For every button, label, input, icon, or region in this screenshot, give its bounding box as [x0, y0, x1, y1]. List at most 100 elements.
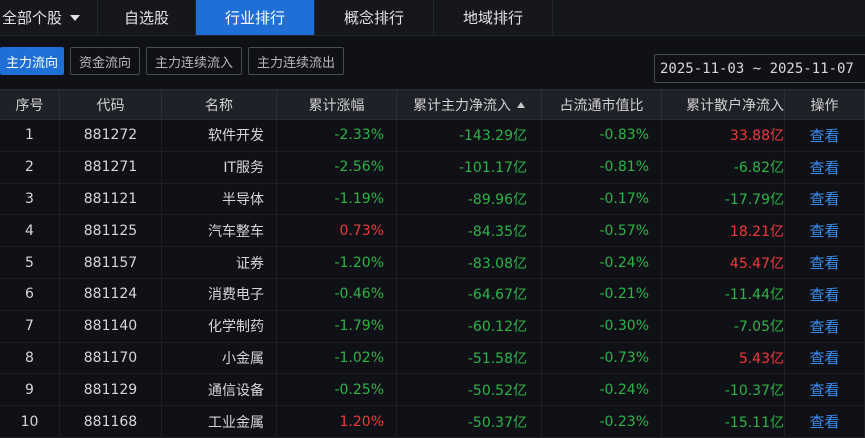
row-name: 汽车整车	[162, 215, 277, 247]
header-name[interactable]: 名称	[162, 90, 277, 119]
row-name: 化学制药	[162, 310, 277, 342]
row-float-ratio: -0.30%	[542, 310, 662, 342]
row-change: -1.19%	[277, 183, 397, 215]
row-name: 工业金属	[162, 406, 277, 437]
row-change: -2.56%	[277, 151, 397, 183]
row-float-ratio: -0.17%	[542, 183, 662, 215]
view-button[interactable]: 查看	[809, 411, 839, 432]
row-change: -1.79%	[277, 310, 397, 342]
main-continuous-outflow-button[interactable]: 主力连续流出	[248, 47, 345, 75]
view-button[interactable]: 查看	[809, 188, 839, 209]
view-button[interactable]: 查看	[809, 157, 839, 178]
row-index: 8	[0, 342, 60, 374]
row-main-inflow: -143.29亿	[397, 120, 542, 151]
row-retail-inflow: -11.44亿	[662, 278, 785, 310]
header-code[interactable]: 代码	[60, 90, 162, 119]
row-retail-inflow: -7.05亿	[662, 310, 785, 342]
table-row[interactable]: 2 881271 IT服务 -2.56% -101.17亿 -0.81% -6.82亿 查看	[0, 151, 865, 184]
row-code: 881125	[60, 215, 162, 247]
tab-label: 自选股	[123, 9, 169, 27]
row-main-inflow: -60.12亿	[397, 310, 542, 342]
header-main-inflow[interactable]: 累计主力净流入	[397, 90, 542, 119]
row-retail-inflow: -10.37亿	[662, 374, 785, 406]
row-action-cell: 查看	[785, 151, 865, 183]
main-continuous-inflow-button[interactable]: 主力连续流入	[146, 47, 243, 75]
row-change: -1.02%	[277, 342, 397, 374]
row-change: -0.46%	[277, 278, 397, 310]
tab-region-ranking[interactable]: 地域排行	[434, 0, 553, 35]
header-float-ratio[interactable]: 占流通市值比	[542, 90, 662, 119]
table-row[interactable]: 3 881121 半导体 -1.19% -89.96亿 -0.17% -17.79亿 查看	[0, 183, 865, 216]
row-code: 881272	[60, 120, 162, 151]
row-main-inflow: -101.17亿	[397, 151, 542, 183]
filter-bar: 主力流向 资金流向 主力连续流入 主力连续流出	[0, 47, 345, 77]
row-name: 小金属	[162, 342, 277, 374]
table-body: 1 881272 软件开发 -2.33% -143.29亿 -0.83% 33.88亿 查看 2…	[0, 120, 865, 438]
tab-label: 概念排行	[343, 9, 404, 27]
table-row[interactable]: 1 881272 软件开发 -2.33% -143.29亿 -0.83% 33.88亿 查看	[0, 120, 865, 152]
table-row[interactable]: 7 881140 化学制药 -1.79% -60.12亿 -0.30% -7.05亿 查看	[0, 310, 865, 343]
row-float-ratio: -0.24%	[542, 247, 662, 278]
row-action-cell: 查看	[785, 278, 865, 310]
header-retail-inflow[interactable]: 累计散户净流入	[662, 90, 785, 119]
view-button[interactable]: 查看	[809, 284, 839, 305]
row-action-cell: 查看	[785, 120, 865, 151]
header-cumulative-change[interactable]: 累计涨幅	[277, 90, 397, 119]
table-row[interactable]: 10 881168 工业金属 1.20% -50.37亿 -0.23% -15.11亿 查看	[0, 406, 865, 438]
table-row[interactable]: 8 881170 小金属 -1.02% -51.58亿 -0.73% 5.43亿 查看	[0, 342, 865, 375]
tab-industry-ranking[interactable]: 行业排行	[196, 0, 315, 35]
header-index[interactable]: 序号	[0, 90, 60, 119]
view-button[interactable]: 查看	[809, 125, 839, 146]
row-code: 881140	[60, 310, 162, 342]
row-main-inflow: -50.52亿	[397, 374, 542, 406]
row-retail-inflow: -6.82亿	[662, 151, 785, 183]
view-button[interactable]: 查看	[809, 347, 839, 368]
row-main-inflow: -64.67亿	[397, 278, 542, 310]
tab-label: 行业排行	[224, 9, 285, 27]
row-action-cell: 查看	[785, 247, 865, 278]
view-button[interactable]: 查看	[809, 316, 839, 337]
row-index: 6	[0, 278, 60, 310]
row-float-ratio: -0.83%	[542, 120, 662, 151]
row-retail-inflow: 5.43亿	[662, 342, 785, 374]
row-index: 4	[0, 215, 60, 247]
row-index: 5	[0, 247, 60, 278]
table-row[interactable]: 6 881124 消费电子 -0.46% -64.67亿 -0.21% -11.44亿 查看	[0, 278, 865, 311]
main-flow-button[interactable]: 主力流向	[0, 47, 65, 75]
view-button[interactable]: 查看	[809, 220, 839, 241]
row-action-cell: 查看	[785, 342, 865, 374]
tab-watchlist[interactable]: 自选股	[98, 0, 196, 35]
row-action-cell: 查看	[785, 183, 865, 215]
row-action-cell: 查看	[785, 310, 865, 342]
row-retail-inflow: 18.21亿	[662, 215, 785, 247]
table-row[interactable]: 5 881157 证券 -1.20% -83.08亿 -0.24% 45.47亿 查看	[0, 247, 865, 279]
tab-concept-ranking[interactable]: 概念排行	[315, 0, 434, 35]
view-button[interactable]: 查看	[809, 252, 839, 273]
row-index: 1	[0, 120, 60, 151]
row-main-inflow: -89.96亿	[397, 183, 542, 215]
view-button[interactable]: 查看	[809, 379, 839, 400]
table-row[interactable]: 9 881129 通信设备 -0.25% -50.52亿 -0.24% -10.37亿 查看	[0, 374, 865, 407]
row-index: 3	[0, 183, 60, 215]
row-retail-inflow: -15.11亿	[662, 406, 785, 437]
row-name: 消费电子	[162, 278, 277, 310]
table-header: 序号 代码 名称 累计涨幅 累计主力净流入 占流通市值比 累计散户净流入 操作	[0, 89, 865, 120]
row-main-inflow: -84.35亿	[397, 215, 542, 247]
sort-asc-icon	[517, 101, 525, 108]
row-change: 1.20%	[277, 406, 397, 437]
table-row[interactable]: 4 881125 汽车整车 0.73% -84.35亿 -0.57% 18.21亿 查看	[0, 215, 865, 248]
row-float-ratio: -0.24%	[542, 374, 662, 406]
date-range-picker[interactable]: 2025-11-03 ~ 2025-11-07	[654, 54, 865, 83]
row-float-ratio: -0.73%	[542, 342, 662, 374]
row-code: 881124	[60, 278, 162, 310]
row-name: 软件开发	[162, 120, 277, 151]
row-change: 0.73%	[277, 215, 397, 247]
row-retail-inflow: 33.88亿	[662, 120, 785, 151]
row-name: 通信设备	[162, 374, 277, 406]
row-retail-inflow: -17.79亿	[662, 183, 785, 215]
row-code: 881129	[60, 374, 162, 406]
row-main-inflow: -50.37亿	[397, 406, 542, 437]
all-stocks-dropdown[interactable]: 全部个股	[0, 0, 98, 35]
fund-flow-button[interactable]: 资金流向	[70, 47, 141, 75]
row-code: 881168	[60, 406, 162, 437]
